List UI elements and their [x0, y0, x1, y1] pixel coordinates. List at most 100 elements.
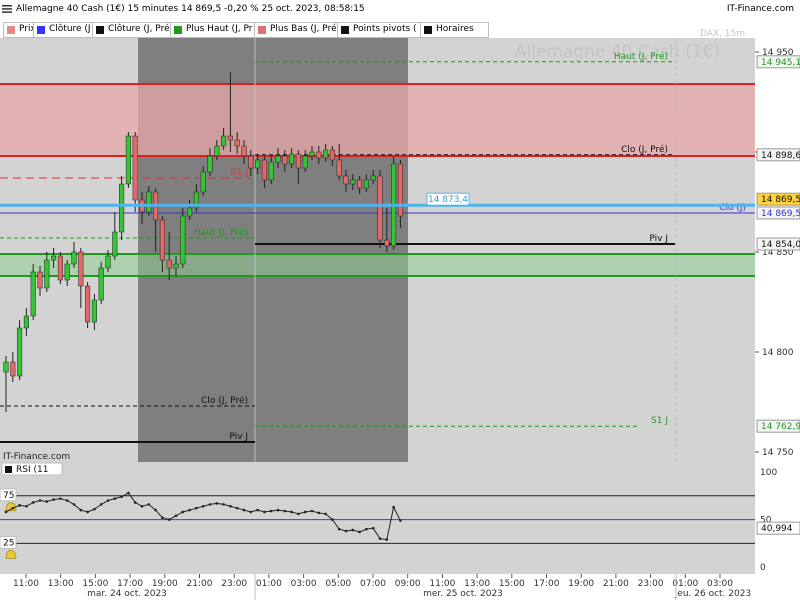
rsi-point	[133, 501, 137, 504]
rsi-point	[358, 530, 361, 534]
rsi-point	[337, 527, 341, 531]
level-label: Piv J	[649, 234, 668, 244]
time-tick-label: 11:00	[429, 579, 455, 589]
rsi-swatch	[5, 466, 12, 473]
rsi-point	[317, 511, 321, 515]
rsi-point	[269, 509, 273, 513]
time-tick-label: 15:00	[499, 579, 525, 589]
candle-body	[17, 327, 23, 377]
rsi-tick-label: 100	[760, 468, 777, 478]
candle-body	[3, 361, 9, 373]
time-tick-label: 09:00	[395, 579, 421, 589]
rsi-point	[351, 528, 355, 532]
rsi-point	[45, 500, 49, 503]
candle-body	[71, 251, 77, 265]
candle-body	[37, 271, 43, 289]
time-tick-label: 15:00	[82, 579, 108, 589]
candle-body	[309, 151, 315, 157]
candle-body	[119, 183, 125, 233]
candle-body	[30, 271, 36, 317]
current-price-tag: 14 869,5	[761, 195, 800, 205]
price-tag: 14 898,6	[761, 151, 800, 161]
rsi-point	[99, 503, 103, 506]
rsi-tick-label: 0	[760, 563, 766, 573]
rsi-point	[297, 512, 300, 516]
rsi-point	[276, 508, 280, 512]
price-tick-label: 14 800	[762, 348, 794, 358]
time-tick-label: 21:00	[603, 579, 629, 589]
candle-body	[268, 161, 274, 181]
time-tick-label: 23:00	[221, 579, 247, 589]
price-tick-label: 14 750	[762, 448, 794, 458]
candle-body	[159, 219, 165, 261]
rsi-point	[25, 504, 28, 508]
candle-body	[214, 145, 220, 157]
candle-body	[64, 263, 70, 281]
price-tag: 14 945,1	[761, 58, 800, 68]
candle-body	[200, 171, 206, 193]
rsi-point	[79, 508, 83, 512]
current-price-label: 14 873,4	[428, 195, 468, 205]
candle-body	[112, 231, 118, 257]
time-tick-label: 03:00	[707, 579, 733, 589]
rsi-point	[161, 516, 164, 519]
rsi-point	[235, 506, 239, 510]
candle-body	[44, 259, 50, 289]
rsi-point	[59, 497, 62, 500]
candle-body	[329, 149, 335, 161]
rsi-point	[52, 498, 55, 501]
rsi-level-label: 25	[3, 538, 14, 548]
rsi-point	[127, 491, 130, 495]
candle-body	[180, 215, 186, 265]
level-label: Haut (J, Pré)	[194, 227, 248, 238]
rsi-point	[140, 504, 144, 508]
rsi-point	[208, 503, 212, 506]
date-label: mar. 24 oct. 2023	[87, 589, 167, 599]
price-chart[interactable]: Allemagne 40 Cash (1€)DAX, 15mHaut (J, P…	[0, 0, 800, 600]
level-label: S1 J	[651, 416, 668, 426]
candle-body	[248, 155, 254, 169]
rsi-point	[249, 510, 253, 514]
candle-body	[275, 155, 281, 163]
rsi-point	[11, 506, 15, 510]
time-tick-label: 17:00	[534, 579, 560, 589]
rsi-label: RSI (11	[16, 465, 48, 475]
time-tick-label: 05:00	[325, 579, 351, 589]
rsi-point	[215, 502, 219, 505]
rsi-point	[222, 503, 225, 506]
rsi-point	[344, 529, 348, 533]
rsi-level-label: 75	[3, 491, 14, 501]
rsi-point	[263, 510, 266, 514]
candle-body	[370, 175, 376, 181]
alert-bell-icon[interactable]	[5, 550, 17, 559]
candle-body	[350, 179, 356, 185]
candle-body	[221, 135, 227, 147]
rsi-point	[106, 499, 110, 502]
rsi-background	[0, 462, 755, 574]
rsi-point	[188, 508, 191, 512]
candle-body	[377, 175, 383, 241]
candle-body	[234, 139, 240, 147]
rsi-point	[331, 518, 334, 521]
candle-body	[363, 179, 369, 189]
candle-body	[187, 207, 193, 217]
rsi-point	[310, 509, 314, 513]
rsi-point	[229, 504, 232, 508]
candle-body	[207, 155, 213, 173]
rsi-point	[31, 501, 35, 504]
candle-body	[357, 179, 363, 189]
rsi-point	[4, 510, 8, 514]
candle-body	[255, 159, 261, 169]
level-label: Piv J	[229, 432, 248, 442]
rsi-point	[392, 505, 395, 509]
rsi-point	[147, 503, 151, 506]
rsi-point	[181, 510, 185, 514]
rsi-point	[290, 510, 293, 514]
rsi-point	[201, 504, 205, 508]
candle-body	[302, 155, 308, 169]
rsi-point	[167, 518, 171, 521]
candle-body	[51, 255, 57, 261]
candle-body	[289, 153, 295, 165]
time-tick-label: 19:00	[568, 579, 594, 589]
brand-watermark: IT-Finance.com	[3, 452, 70, 462]
